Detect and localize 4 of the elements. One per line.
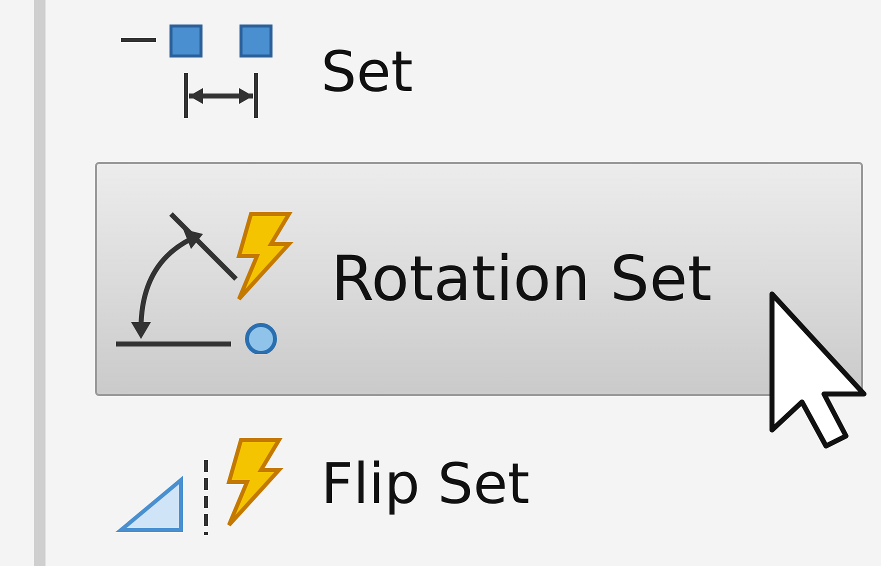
menu-item[interactable]: Set: [95, 6, 863, 140]
mouse-pointer-icon: [768, 290, 868, 450]
menu-item[interactable]: Rotation Set: [95, 162, 863, 396]
menu-item[interactable]: Flip Set: [95, 418, 863, 552]
